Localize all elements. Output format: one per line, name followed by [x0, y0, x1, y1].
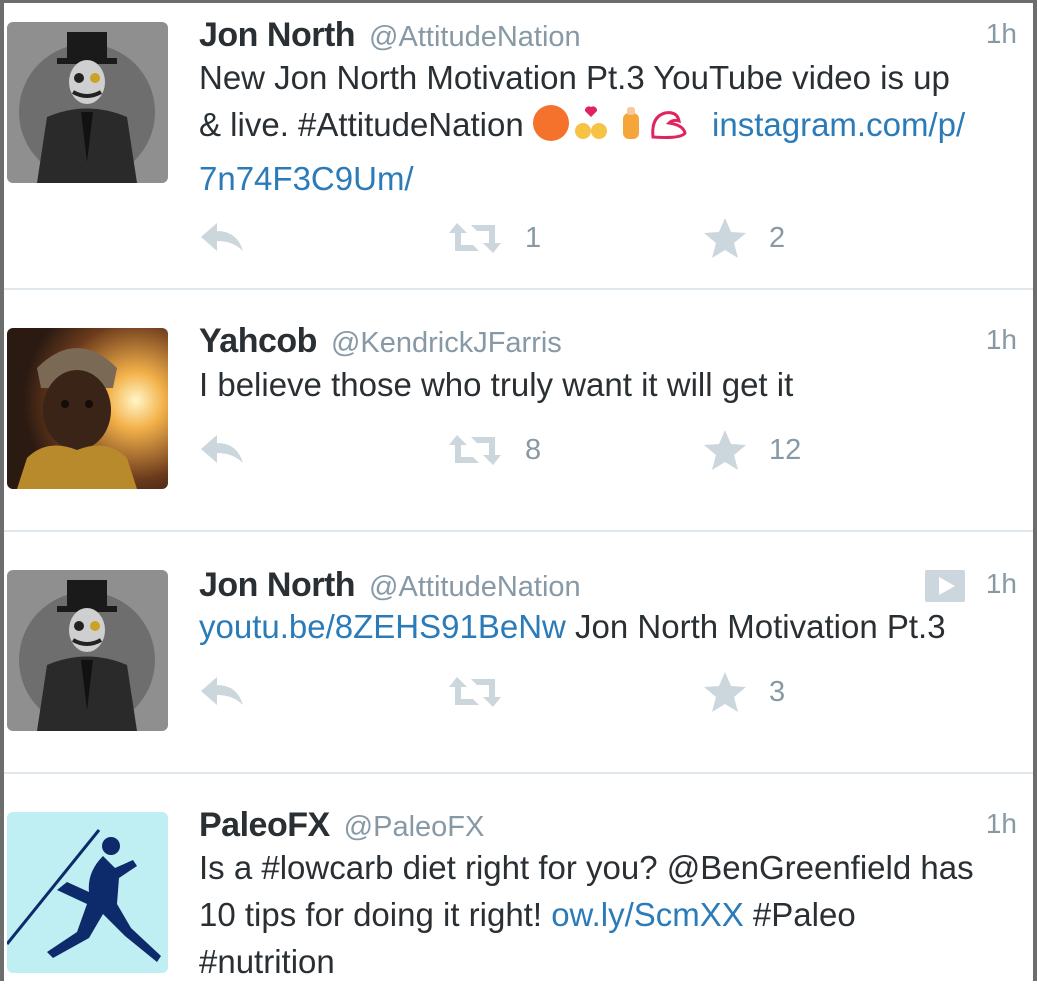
tweet-text-line: New Jon North Motivation Pt.3 YouTube vi… [199, 59, 950, 96]
baby-bottle-emoji [622, 107, 639, 139]
avatar-image [7, 22, 168, 183]
favorite-count: 12 [769, 433, 802, 466]
retweet-count: 8 [525, 433, 542, 466]
emoji-group [532, 103, 703, 155]
avatar[interactable] [7, 570, 168, 731]
reply-button[interactable] [199, 430, 245, 470]
reply-icon [201, 435, 243, 463]
display-name[interactable]: Jon North [199, 16, 356, 54]
reply-icon [201, 677, 243, 705]
avatar[interactable] [7, 22, 168, 183]
avatar[interactable] [7, 812, 168, 973]
favorite-button[interactable]: 2 [703, 218, 785, 258]
favorite-count: 3 [769, 675, 786, 708]
user-handle[interactable]: @AttitudeNation [369, 571, 581, 603]
tweet-4[interactable]: PaleoFX @PaleoFX 1h Is a #lowcarb diet ri… [0, 774, 1037, 981]
user-handle[interactable]: @AttitudeNation [369, 21, 581, 53]
avatar[interactable] [7, 328, 168, 489]
tweet-text-segment: 10 tips for doing it right! [199, 896, 552, 933]
flexed-biceps-emoji [651, 111, 687, 139]
retweet-icon [449, 223, 501, 253]
avatar-image [7, 328, 168, 489]
retweet-button[interactable]: 1 [447, 218, 541, 258]
avatar-image [7, 812, 168, 973]
retweet-button[interactable]: 8 [447, 430, 541, 470]
orange-circle-emoji [532, 105, 569, 141]
avatar-image [7, 570, 168, 731]
tweet-text-line: #nutrition [199, 943, 335, 980]
tweet-text-segment: & live. #AttitudeNation [199, 106, 524, 143]
retweet-count: 1 [525, 221, 542, 254]
favorite-count: 2 [769, 221, 786, 254]
tweet-2[interactable]: Yahcob @KendrickJFarris 1h I believe thos… [0, 290, 1037, 532]
tweet-actions: 1 2 [199, 218, 1019, 258]
tweet-text-line: I believe those who truly want it will g… [199, 366, 794, 403]
favorite-button[interactable]: 3 [703, 672, 785, 712]
retweet-button[interactable] [447, 672, 525, 712]
favorite-button[interactable]: 12 [703, 430, 801, 470]
instagram-link[interactable]: instagram.com/p/ [712, 106, 965, 143]
reply-button[interactable] [199, 218, 245, 258]
tweet-actions: 3 [199, 672, 1019, 712]
tweet-3[interactable]: Jon North @AttitudeNation 1h youtu.be/8ZE… [0, 532, 1037, 774]
tweet-text-segment: Jon North Motivation Pt.3 [565, 608, 946, 645]
tweet-text-line: & live. #AttitudeNation instagram.com/p/ [199, 101, 1014, 155]
tweet-text: youtu.be/8ZEHS91BeNw Jon North Motivatio… [199, 603, 1014, 650]
tweet-text-line: Is a #lowcarb diet right for you? @BenGr… [199, 849, 974, 886]
play-icon [925, 570, 965, 602]
instagram-link-continued[interactable]: 7n74F3C9Um/ [199, 155, 1014, 202]
timestamp: 1h [985, 18, 1017, 49]
reply-icon [201, 223, 243, 251]
reply-button[interactable] [199, 672, 245, 712]
tweet-text-line: 10 tips for doing it right! ow.ly/ScmXX … [199, 891, 1014, 938]
star-icon [704, 672, 746, 712]
star-icon [704, 430, 746, 470]
youtube-link[interactable]: youtu.be/8ZEHS91BeNw [199, 608, 566, 645]
owly-link[interactable]: ow.ly/ScmXX [551, 896, 744, 933]
tweet-text-line: youtu.be/8ZEHS91BeNw Jon North Motivatio… [199, 603, 1014, 650]
timestamp: 1h [985, 568, 1017, 599]
star-icon [704, 218, 746, 258]
timestamp: 1h [985, 808, 1017, 839]
tweet-1[interactable]: Jon North @AttitudeNation 1h New Jon Nort… [0, 0, 1037, 290]
tweet-text: I believe those who truly want it will g… [199, 361, 1014, 408]
display-name[interactable]: PaleoFX [199, 806, 330, 844]
tweet-actions: 8 12 [199, 430, 1019, 470]
retweet-icon [449, 435, 501, 465]
tweet-text-segment: #Paleo [743, 896, 856, 933]
user-handle[interactable]: @PaleoFX [344, 811, 485, 843]
timestamp: 1h [985, 324, 1017, 355]
retweet-icon [449, 677, 501, 707]
display-name[interactable]: Jon North [199, 566, 356, 604]
tweet-text: Is a #lowcarb diet right for you? @BenGr… [199, 844, 1014, 985]
tweet-text: New Jon North Motivation Pt.3 YouTube vi… [199, 54, 1014, 202]
user-handle[interactable]: @KendrickJFarris [331, 327, 562, 359]
display-name[interactable]: Yahcob [199, 322, 317, 360]
couple-heart-emoji [574, 106, 607, 139]
